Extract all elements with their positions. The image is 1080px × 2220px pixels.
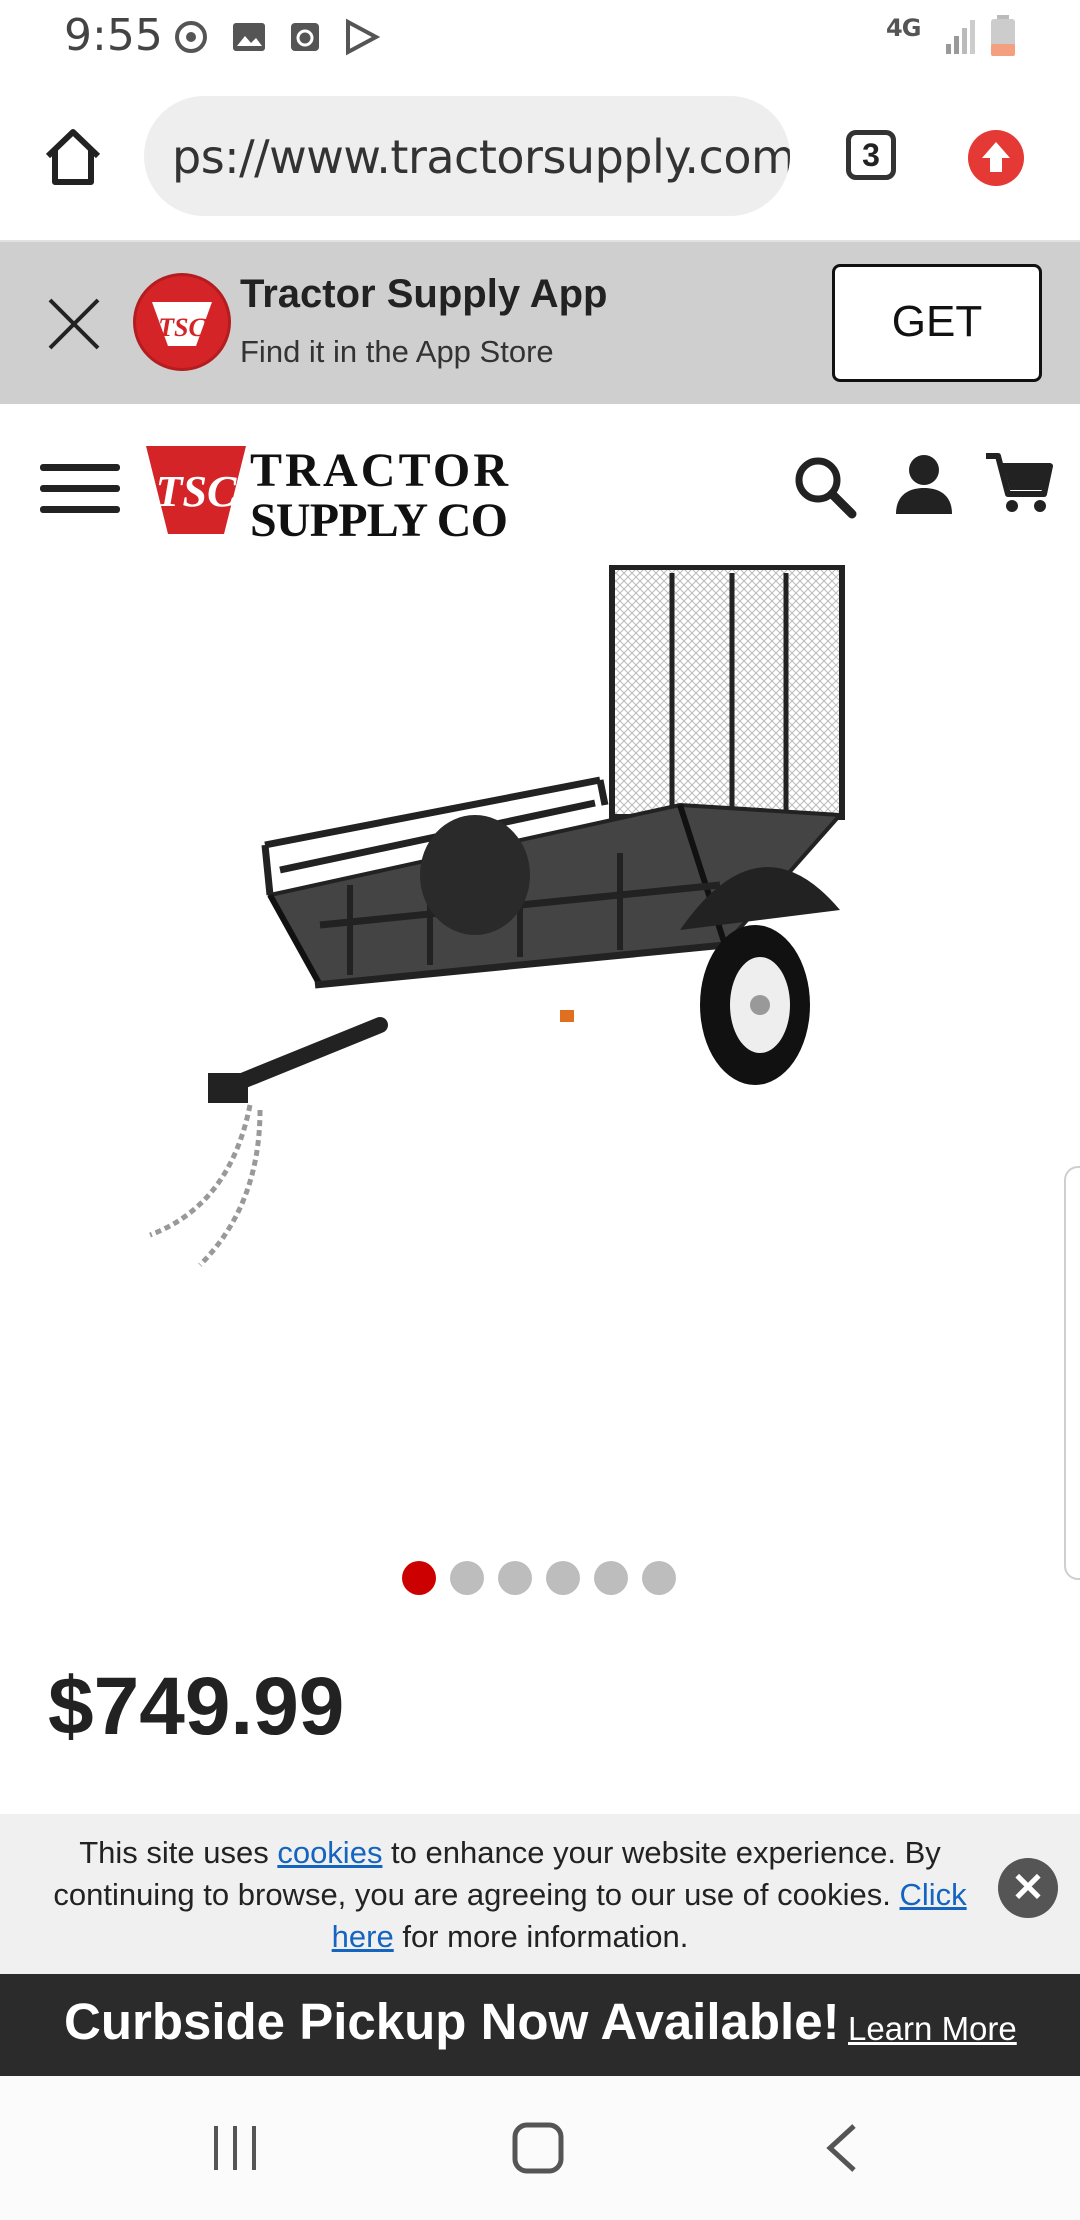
carousel-dot[interactable] (642, 1561, 676, 1595)
signal-icon (946, 20, 975, 54)
system-nav-bar (0, 2076, 1080, 2220)
carousel-dot[interactable] (546, 1561, 580, 1595)
network-label: 4G (886, 14, 921, 42)
play-store-icon (346, 18, 380, 56)
update-icon[interactable] (968, 130, 1024, 186)
address-bar[interactable]: ps://www.tractorsupply.com (144, 96, 790, 216)
banner-title: Tractor Supply App (240, 272, 608, 316)
curbside-promo-bar: Curbside Pickup Now Available! Learn Mor… (0, 1974, 1080, 2076)
account-icon[interactable] (892, 452, 956, 518)
app-logo: TSC (136, 276, 228, 368)
logo-line2: SUPPLY CO (250, 494, 508, 544)
recent-apps-icon[interactable] (210, 2122, 260, 2174)
cart-icon[interactable] (984, 450, 1054, 516)
carousel-dot[interactable] (594, 1561, 628, 1595)
tabs-button[interactable]: 3 (846, 130, 896, 180)
product-price: $749.99 (48, 1661, 345, 1752)
cookies-link[interactable]: cookies (277, 1835, 382, 1870)
search-icon[interactable] (790, 452, 860, 522)
status-bar: 9:55 4G (0, 0, 1080, 72)
sync-icon (175, 21, 207, 53)
close-icon[interactable] (44, 294, 104, 354)
product-image-trailer[interactable] (120, 565, 880, 1295)
app-logo-text: TSC (158, 313, 206, 342)
learn-more-link[interactable]: Learn More (848, 2010, 1017, 2048)
logo-line1: TRACTOR (250, 444, 509, 497)
browser-toolbar: ps://www.tractorsupply.com 3 (0, 72, 1080, 242)
cookie-text-part: for more information. (393, 1919, 689, 1954)
cookie-notice: This site uses cookies to enhance your w… (0, 1814, 1080, 1974)
calendar-icon (291, 23, 319, 51)
logo-tsc-text: TSC (156, 467, 237, 516)
back-icon[interactable] (820, 2122, 864, 2174)
tractor-supply-logo[interactable]: TSC TRACTOR SUPPLY CO (146, 440, 516, 544)
cookie-text-part: This site uses (79, 1835, 278, 1870)
url-text: ps://www.tractorsupply.com (172, 130, 790, 184)
side-drawer-handle[interactable] (1064, 1166, 1080, 1580)
carousel-dot[interactable] (498, 1561, 532, 1595)
carousel-dot[interactable] (450, 1561, 484, 1595)
site-header: TSC TRACTOR SUPPLY CO (0, 404, 1080, 574)
home-icon[interactable] (40, 126, 106, 188)
battery-icon (991, 15, 1015, 56)
close-cookie-icon[interactable]: ✕ (998, 1858, 1058, 1918)
app-install-banner: TSC Tractor Supply App Find it in the Ap… (0, 242, 1080, 404)
home-nav-icon[interactable] (510, 2120, 566, 2176)
promo-text: Curbside Pickup Now Available! (64, 1993, 840, 2050)
menu-icon[interactable] (30, 454, 130, 524)
banner-subtitle: Find it in the App Store (240, 334, 554, 369)
carousel-dot[interactable] (402, 1561, 436, 1595)
cookie-text: This site uses cookies to enhance your w… (40, 1832, 980, 1958)
get-app-button[interactable]: GET (832, 264, 1042, 382)
gallery-icon (233, 23, 265, 51)
status-time: 9:55 (64, 10, 163, 61)
